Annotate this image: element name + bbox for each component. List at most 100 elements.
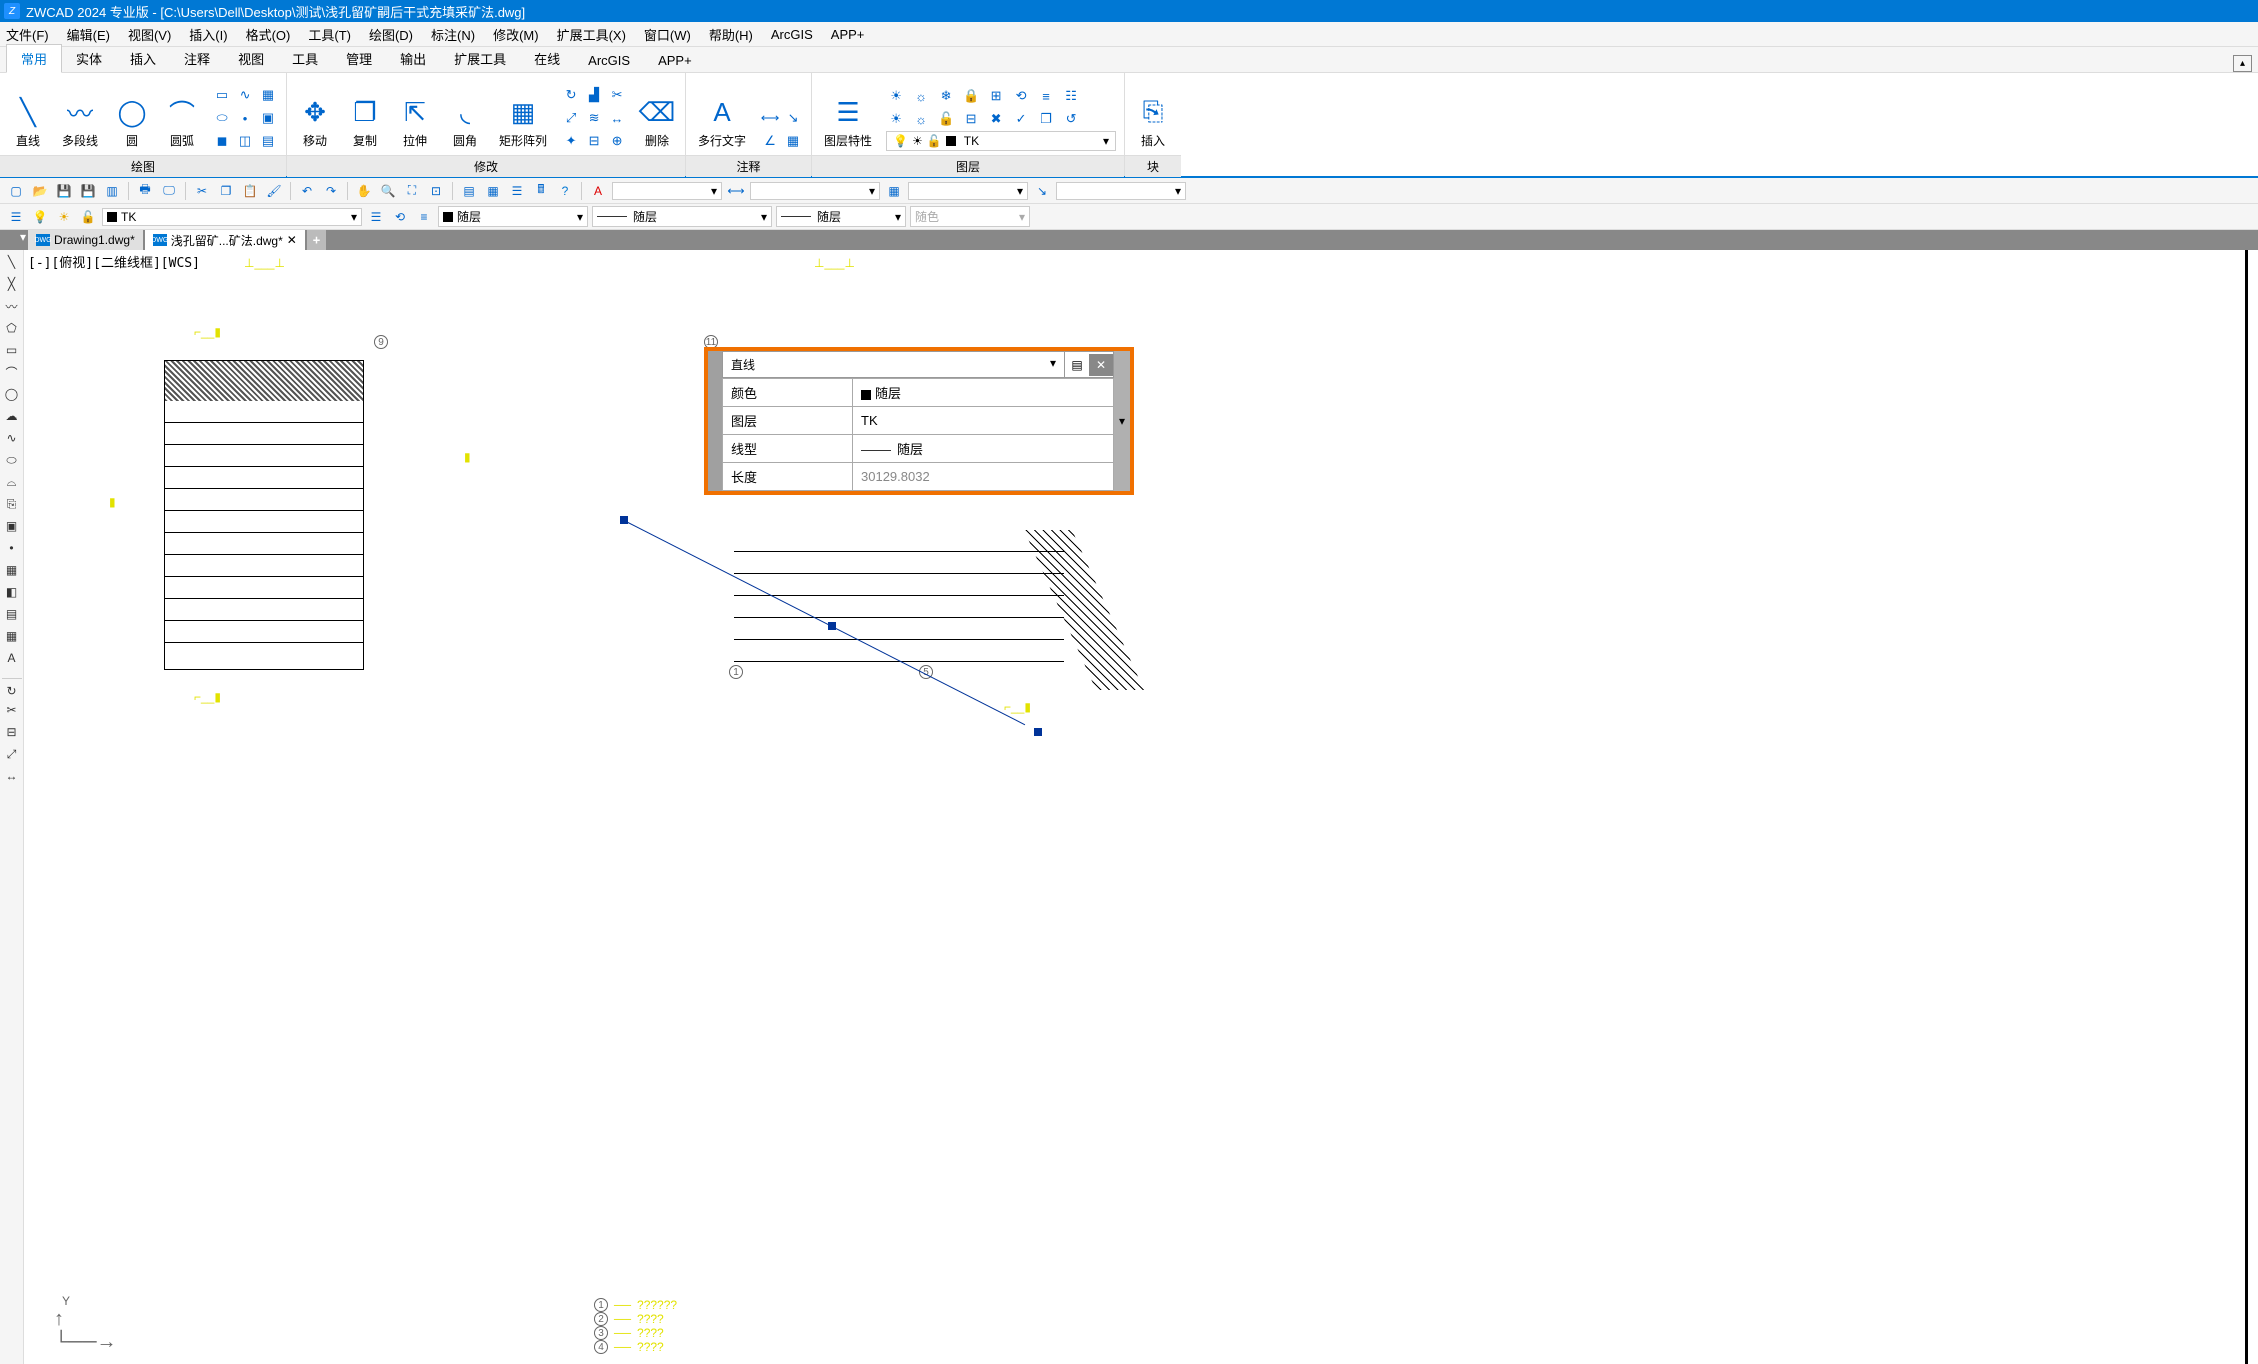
paste-button[interactable]: 📋	[240, 181, 260, 201]
tool-pline[interactable]: 〰	[2, 296, 22, 316]
menu-window[interactable]: 窗口(W)	[644, 25, 691, 44]
ribbon-tab-extend[interactable]: 扩展工具	[440, 45, 520, 72]
table-style-button[interactable]: ▦	[884, 181, 904, 201]
region-button[interactable]: ▣	[258, 108, 278, 128]
tool-line[interactable]: ╲	[2, 252, 22, 272]
layer-dropdown[interactable]: 💡 ☀ 🔓 TK ▾	[886, 131, 1116, 151]
tool-spline[interactable]: ∿	[2, 428, 22, 448]
layer-manager-button[interactable]: ☰	[6, 207, 26, 227]
cut-button[interactable]: ✂	[192, 181, 212, 201]
doc-tab-2[interactable]: DWG 浅孔留矿...矿法.dwg* ✕	[145, 230, 305, 250]
open-button[interactable]: 📂	[30, 181, 50, 201]
menu-file[interactable]: 文件(F)	[6, 25, 49, 44]
selection-grip-mid[interactable]	[828, 622, 836, 630]
ribbon-tab-output[interactable]: 输出	[386, 45, 440, 72]
move-button[interactable]: ✥移动	[295, 77, 335, 151]
prop-layer-value[interactable]: TK	[853, 407, 1114, 435]
menu-draw[interactable]: 绘图(D)	[369, 25, 413, 44]
tool-hatch[interactable]: ▦	[2, 560, 22, 580]
mleader-style-dropdown[interactable]: ▾	[1056, 182, 1186, 200]
tool-xline[interactable]: ╳	[2, 274, 22, 294]
panel-drag-handle[interactable]	[708, 351, 722, 491]
leader-button[interactable]: ↘	[783, 108, 803, 128]
object-type-dropdown[interactable]: 直线 ▾	[723, 352, 1065, 377]
prop-row-color[interactable]: 颜色 随层	[723, 379, 1114, 407]
dim-linear-button[interactable]: ⟷	[760, 108, 780, 128]
doc-tab-1[interactable]: DWG Drawing1.dwg*	[28, 230, 143, 250]
menu-app-plus[interactable]: APP+	[831, 27, 865, 42]
tool-ellipse-arc[interactable]: ⌓	[2, 472, 22, 492]
panel-options-button[interactable]: ▤	[1065, 354, 1089, 376]
ribbon-tab-tools[interactable]: 工具	[278, 45, 332, 72]
tool-block[interactable]: ▣	[2, 516, 22, 536]
menu-extend-tools[interactable]: 扩展工具(X)	[557, 25, 626, 44]
extend-button[interactable]: ↔	[607, 108, 627, 128]
help-button[interactable]: ?	[555, 181, 575, 201]
fill-button[interactable]: ◼	[212, 131, 232, 151]
spline-button[interactable]: ∿	[235, 85, 255, 105]
doc-tab-close-button[interactable]: ✕	[287, 233, 297, 247]
layer-iso2-button[interactable]: ☰	[366, 207, 386, 227]
stretch-button[interactable]: ⇱拉伸	[395, 77, 435, 151]
prop-row-linetype[interactable]: 线型 随层	[723, 435, 1114, 463]
doc-tab-add-button[interactable]: +	[307, 230, 326, 250]
layer-walk-button[interactable]: ≡	[1036, 86, 1056, 106]
saveas-button[interactable]: 💾	[78, 181, 98, 201]
menu-arcgis[interactable]: ArcGIS	[771, 27, 813, 42]
menu-edit[interactable]: 编辑(E)	[67, 25, 110, 44]
layer-prev2-button[interactable]: ⟲	[390, 207, 410, 227]
linetype-dropdown[interactable]: 随层▾	[592, 206, 772, 227]
lineweight-dropdown[interactable]: 随层▾	[776, 206, 906, 227]
tool-point[interactable]: •	[2, 538, 22, 558]
layer-copy-button[interactable]: ❐	[1036, 109, 1056, 129]
copy-button[interactable]: ❐复制	[345, 77, 385, 151]
trim-button[interactable]: ✂	[607, 85, 627, 105]
dim-style-dropdown[interactable]: ▾	[750, 182, 880, 200]
tool-polygon[interactable]: ⬠	[2, 318, 22, 338]
layer-off-button[interactable]: ☼	[911, 86, 931, 106]
tool-arc[interactable]: ⌒	[2, 362, 22, 382]
new-button[interactable]: ▢	[6, 181, 26, 201]
layer-on-button[interactable]: ☀	[886, 109, 906, 129]
pan-button[interactable]: ✋	[354, 181, 374, 201]
ribbon-tab-online[interactable]: 在线	[520, 45, 574, 72]
layer-thaw-button[interactable]: ☼	[911, 109, 931, 129]
ribbon-tab-manage[interactable]: 管理	[332, 45, 386, 72]
layer-change-button[interactable]: ↺	[1061, 109, 1081, 129]
hatch-button[interactable]: ▦	[258, 85, 278, 105]
layer-unlock-button2[interactable]: 🔓	[78, 207, 98, 227]
doc-tab-menu-button[interactable]: ▾	[20, 230, 26, 250]
redo-button[interactable]: ↷	[321, 181, 341, 201]
zoom-extents-button[interactable]: ⛶	[402, 181, 422, 201]
tool-modify-3[interactable]: ⊟	[2, 722, 22, 742]
zoom-button[interactable]: 🔍	[378, 181, 398, 201]
zoom-window-button[interactable]: ⊡	[426, 181, 446, 201]
layer-bulb-button[interactable]: 💡	[30, 207, 50, 227]
block-insert-button[interactable]: ⎘插入	[1133, 77, 1173, 151]
preview-button[interactable]: 🖵	[159, 181, 179, 201]
selection-grip-start[interactable]	[620, 516, 628, 524]
ribbon-tab-insert[interactable]: 插入	[116, 45, 170, 72]
tool-modify-1[interactable]: ↻	[2, 678, 22, 698]
ribbon-tab-arcgis[interactable]: ArcGIS	[574, 49, 644, 72]
tool-region[interactable]: ▤	[2, 604, 22, 624]
array-button[interactable]: ▦矩形阵列	[495, 77, 551, 151]
prop-color-value[interactable]: 随层	[853, 379, 1114, 407]
layer-sun-button[interactable]: ☀	[54, 207, 74, 227]
rect-button[interactable]: ▭	[212, 85, 232, 105]
menu-modify[interactable]: 修改(M)	[493, 25, 539, 44]
dim-angular-button[interactable]: ∠	[760, 131, 780, 151]
prop-row-layer[interactable]: 图层 TK	[723, 407, 1114, 435]
break-button[interactable]: ⊟	[584, 131, 604, 151]
tool-insert[interactable]: ⎘	[2, 494, 22, 514]
ribbon-tab-solid[interactable]: 实体	[62, 45, 116, 72]
copy-clip-button[interactable]: ❐	[216, 181, 236, 201]
arc-button[interactable]: ⌒圆弧	[162, 77, 202, 151]
layer-merge-button[interactable]: ⊟	[961, 109, 981, 129]
ribbon-tab-view[interactable]: 视图	[224, 45, 278, 72]
mtext-button[interactable]: A多行文字	[694, 77, 750, 151]
erase-button[interactable]: ⌫删除	[637, 77, 677, 151]
menu-view[interactable]: 视图(V)	[128, 25, 171, 44]
panel-expand-button[interactable]: ▾	[1114, 351, 1130, 491]
layer-cur-button[interactable]: ✓	[1011, 109, 1031, 129]
